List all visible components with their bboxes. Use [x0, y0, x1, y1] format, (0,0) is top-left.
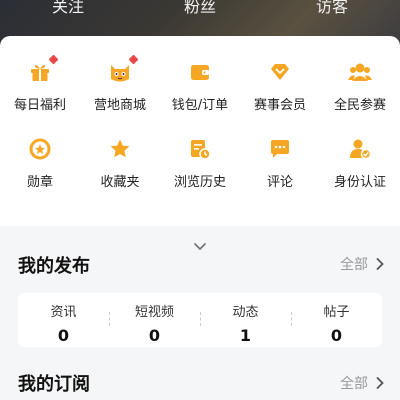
stat-moments[interactable]: 动态 1 [200, 293, 291, 347]
stat-label: 短视频 [134, 305, 174, 320]
history-icon [186, 135, 214, 163]
grid-item-daily-welfare[interactable]: 每日福利 [0, 54, 80, 113]
stat-label: 帖子 [323, 305, 350, 320]
stat-value: 1 [239, 326, 252, 345]
chevron-right-icon [376, 258, 384, 270]
view-all-label: 全部 [340, 376, 368, 392]
grid-item-join-contest[interactable]: 全民参赛 [320, 58, 400, 113]
section-title-my-subscriptions: 我的订阅 [18, 374, 90, 395]
grid-item-wallet-orders[interactable]: 钱包/订单 [160, 58, 240, 113]
grid-item-label: 每日福利 [13, 98, 66, 113]
grid-item-comments[interactable]: 评论 [240, 135, 320, 190]
stat-short-videos[interactable]: 短视频 0 [109, 293, 200, 347]
section-title-my-posts: 我的发布 [18, 256, 90, 277]
grid-item-label: 评论 [266, 175, 293, 190]
my-subscriptions-view-all[interactable]: 全部 [340, 373, 384, 393]
stat-news[interactable]: 资讯 0 [18, 293, 109, 347]
chevron-right-icon [376, 377, 384, 389]
stat-label: 动态 [232, 305, 259, 320]
tab-fans[interactable]: 粉丝 [160, 0, 240, 17]
grid-item-label: 全民参赛 [333, 98, 386, 113]
my-posts-view-all[interactable]: 全部 [340, 254, 384, 274]
grid-item-browse-history[interactable]: 浏览历史 [160, 135, 240, 190]
grid-item-label: 收藏夹 [100, 175, 140, 190]
medal-icon [26, 135, 54, 163]
wallet-icon [186, 58, 214, 86]
grid-item-label: 钱包/订单 [171, 98, 229, 113]
stat-threads[interactable]: 帖子 0 [291, 293, 382, 347]
grid-item-favorites[interactable]: 收藏夹 [80, 135, 160, 190]
grid-item-label: 营地商城 [93, 98, 146, 113]
people-icon [346, 58, 374, 86]
feature-grid-panel: 每日福利 营地商城 钱包/订单 赛事会员 全民参赛 勋章 收藏夹 浏览历史 评论… [0, 36, 400, 251]
stat-value: 0 [330, 326, 343, 345]
star-icon [106, 135, 134, 163]
diamond-icon [266, 58, 294, 86]
stat-value: 0 [57, 326, 70, 345]
grid-item-label: 浏览历史 [173, 175, 226, 190]
comment-icon [266, 135, 294, 163]
tab-following[interactable]: 关注 [28, 0, 108, 17]
grid-item-label: 身份认证 [333, 175, 386, 190]
grid-item-event-membership[interactable]: 赛事会员 [240, 58, 320, 113]
posts-stats-card: 资讯 0 短视频 0 动态 1 帖子 0 [18, 293, 382, 347]
grid-item-label: 赛事会员 [253, 98, 306, 113]
tab-visitors[interactable]: 访客 [292, 0, 372, 17]
gift-icon [26, 54, 59, 86]
stat-value: 0 [148, 326, 161, 345]
verified-user-icon [346, 135, 374, 163]
mascot-shop-icon [106, 54, 139, 86]
chevron-down-icon[interactable] [192, 241, 208, 253]
view-all-label: 全部 [340, 257, 368, 273]
stat-label: 资讯 [50, 305, 77, 320]
grid-item-identity-verification[interactable]: 身份认证 [320, 135, 400, 190]
grid-item-medals[interactable]: 勋章 [0, 135, 80, 190]
grid-item-camp-shop[interactable]: 营地商城 [80, 54, 160, 113]
grid-item-label: 勋章 [26, 175, 53, 190]
